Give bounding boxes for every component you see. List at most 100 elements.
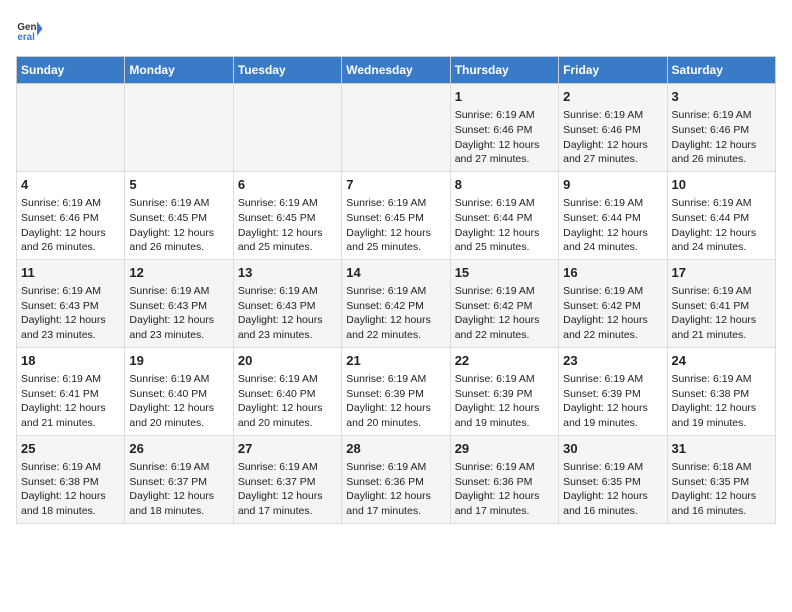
day-info: Sunset: 6:39 PM	[455, 387, 554, 402]
day-info: Sunrise: 6:19 AM	[346, 196, 445, 211]
week-row-1: 1Sunrise: 6:19 AMSunset: 6:46 PMDaylight…	[17, 84, 776, 172]
day-info: Sunrise: 6:19 AM	[455, 196, 554, 211]
day-info: Daylight: 12 hours	[21, 489, 120, 504]
day-info: Sunrise: 6:19 AM	[455, 108, 554, 123]
header-day-tuesday: Tuesday	[233, 57, 341, 84]
calendar-cell: 2Sunrise: 6:19 AMSunset: 6:46 PMDaylight…	[559, 84, 667, 172]
day-number: 6	[238, 176, 337, 194]
day-info: Sunset: 6:39 PM	[563, 387, 662, 402]
day-number: 1	[455, 88, 554, 106]
day-number: 20	[238, 352, 337, 370]
day-number: 3	[672, 88, 771, 106]
day-info: Daylight: 12 hours	[563, 313, 662, 328]
day-info: and 26 minutes.	[672, 152, 771, 167]
header-day-wednesday: Wednesday	[342, 57, 450, 84]
day-number: 26	[129, 440, 228, 458]
day-info: Sunset: 6:44 PM	[672, 211, 771, 226]
day-info: Sunrise: 6:19 AM	[21, 372, 120, 387]
day-number: 29	[455, 440, 554, 458]
day-number: 8	[455, 176, 554, 194]
day-info: Sunset: 6:45 PM	[129, 211, 228, 226]
calendar-cell: 9Sunrise: 6:19 AMSunset: 6:44 PMDaylight…	[559, 171, 667, 259]
day-info: Sunrise: 6:19 AM	[238, 196, 337, 211]
day-info: Daylight: 12 hours	[563, 138, 662, 153]
day-info: Sunset: 6:40 PM	[238, 387, 337, 402]
calendar-cell: 26Sunrise: 6:19 AMSunset: 6:37 PMDayligh…	[125, 435, 233, 523]
day-number: 10	[672, 176, 771, 194]
day-info: and 18 minutes.	[129, 504, 228, 519]
day-info: Daylight: 12 hours	[21, 226, 120, 241]
calendar-table: SundayMondayTuesdayWednesdayThursdayFrid…	[16, 56, 776, 524]
calendar-cell: 1Sunrise: 6:19 AMSunset: 6:46 PMDaylight…	[450, 84, 558, 172]
header-day-saturday: Saturday	[667, 57, 775, 84]
day-info: Sunset: 6:38 PM	[672, 387, 771, 402]
day-info: and 25 minutes.	[455, 240, 554, 255]
day-info: Sunrise: 6:19 AM	[672, 108, 771, 123]
day-info: and 22 minutes.	[455, 328, 554, 343]
day-info: Sunrise: 6:19 AM	[455, 284, 554, 299]
day-info: Daylight: 12 hours	[346, 489, 445, 504]
day-info: and 23 minutes.	[129, 328, 228, 343]
day-info: and 17 minutes.	[238, 504, 337, 519]
day-info: Sunrise: 6:19 AM	[563, 108, 662, 123]
day-info: Sunrise: 6:19 AM	[672, 372, 771, 387]
day-info: and 21 minutes.	[21, 416, 120, 431]
day-info: Sunset: 6:37 PM	[238, 475, 337, 490]
day-info: Sunset: 6:35 PM	[563, 475, 662, 490]
day-info: Daylight: 12 hours	[455, 401, 554, 416]
day-info: Daylight: 12 hours	[238, 401, 337, 416]
calendar-cell: 30Sunrise: 6:19 AMSunset: 6:35 PMDayligh…	[559, 435, 667, 523]
day-info: Sunset: 6:42 PM	[563, 299, 662, 314]
day-number: 30	[563, 440, 662, 458]
day-info: and 24 minutes.	[672, 240, 771, 255]
day-number: 16	[563, 264, 662, 282]
day-info: Sunrise: 6:19 AM	[346, 284, 445, 299]
day-info: Daylight: 12 hours	[21, 313, 120, 328]
day-info: Daylight: 12 hours	[563, 226, 662, 241]
calendar-cell: 14Sunrise: 6:19 AMSunset: 6:42 PMDayligh…	[342, 259, 450, 347]
calendar-cell: 21Sunrise: 6:19 AMSunset: 6:39 PMDayligh…	[342, 347, 450, 435]
day-info: and 26 minutes.	[129, 240, 228, 255]
day-info: Sunset: 6:38 PM	[21, 475, 120, 490]
day-number: 19	[129, 352, 228, 370]
day-info: Sunrise: 6:19 AM	[563, 284, 662, 299]
day-info: Sunset: 6:44 PM	[455, 211, 554, 226]
day-number: 21	[346, 352, 445, 370]
day-info: Sunrise: 6:19 AM	[238, 284, 337, 299]
calendar-cell: 16 Sunrise: 6:19 AMSunset: 6:42 PMDayligh…	[559, 259, 667, 347]
day-info: Sunset: 6:45 PM	[238, 211, 337, 226]
day-info: Daylight: 12 hours	[129, 313, 228, 328]
calendar-cell: 11Sunrise: 6:19 AMSunset: 6:43 PMDayligh…	[17, 259, 125, 347]
day-info: Sunset: 6:46 PM	[563, 123, 662, 138]
day-info: Daylight: 12 hours	[455, 138, 554, 153]
day-info: Sunrise: 6:19 AM	[563, 372, 662, 387]
day-number: 7	[346, 176, 445, 194]
calendar-cell: 24Sunrise: 6:19 AMSunset: 6:38 PMDayligh…	[667, 347, 775, 435]
calendar-cell: 4Sunrise: 6:19 AMSunset: 6:46 PMDaylight…	[17, 171, 125, 259]
header-day-sunday: Sunday	[17, 57, 125, 84]
day-info: Sunset: 6:43 PM	[238, 299, 337, 314]
week-row-2: 4Sunrise: 6:19 AMSunset: 6:46 PMDaylight…	[17, 171, 776, 259]
day-info: Daylight: 12 hours	[21, 401, 120, 416]
header-row: SundayMondayTuesdayWednesdayThursdayFrid…	[17, 57, 776, 84]
calendar-cell: 8 Sunrise: 6:19 AMSunset: 6:44 PMDaylight…	[450, 171, 558, 259]
header-day-friday: Friday	[559, 57, 667, 84]
calendar-cell: 7Sunrise: 6:19 AMSunset: 6:45 PMDaylight…	[342, 171, 450, 259]
day-info: Sunset: 6:41 PM	[672, 299, 771, 314]
day-info: Daylight: 12 hours	[129, 489, 228, 504]
day-info: and 22 minutes.	[346, 328, 445, 343]
day-info: Daylight: 12 hours	[455, 313, 554, 328]
day-info: Sunrise: 6:19 AM	[346, 460, 445, 475]
day-info: Daylight: 12 hours	[455, 226, 554, 241]
day-info: Sunset: 6:42 PM	[455, 299, 554, 314]
day-info: and 16 minutes.	[563, 504, 662, 519]
day-info: Daylight: 12 hours	[672, 226, 771, 241]
day-number: 12	[129, 264, 228, 282]
logo: Gen eral	[16, 16, 48, 44]
day-info: Sunrise: 6:19 AM	[346, 372, 445, 387]
day-info: Sunset: 6:44 PM	[563, 211, 662, 226]
week-row-3: 11Sunrise: 6:19 AMSunset: 6:43 PMDayligh…	[17, 259, 776, 347]
day-info: Daylight: 12 hours	[672, 313, 771, 328]
calendar-cell	[125, 84, 233, 172]
day-info: and 19 minutes.	[563, 416, 662, 431]
